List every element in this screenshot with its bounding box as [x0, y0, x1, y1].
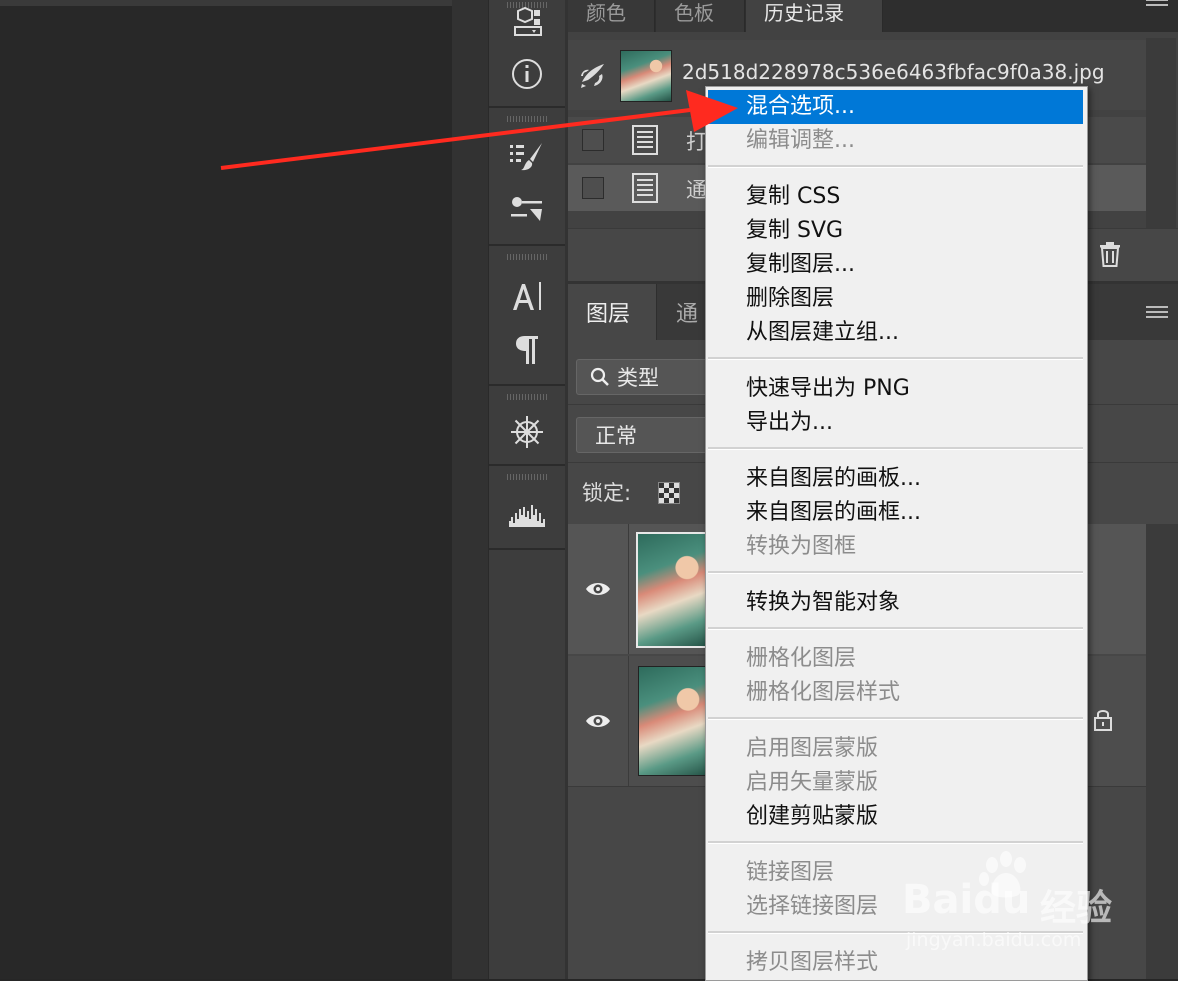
strip-divider [489, 464, 565, 466]
info-icon[interactable] [489, 52, 565, 96]
strip-divider [489, 244, 565, 246]
menu-separator [708, 357, 1083, 360]
menu-item[interactable]: 来自图层的画板... [708, 462, 1083, 496]
menu-separator [708, 627, 1083, 630]
menu-item[interactable]: 创建剪贴蒙版 [708, 800, 1083, 834]
3d-cube-icon[interactable] [489, 0, 565, 44]
watermark-brand: Baidu [902, 877, 1031, 923]
eye-icon[interactable] [568, 524, 629, 654]
menu-item: 栅格化图层样式 [746, 680, 901, 705]
lock-label: 锁定: [582, 481, 632, 505]
strip-grip[interactable] [507, 116, 547, 122]
strip-grip[interactable] [507, 474, 547, 480]
strip-divider [489, 548, 565, 550]
lock-icon [1092, 708, 1114, 736]
menu-item[interactable]: 复制 CSS [708, 180, 1083, 214]
menu-item[interactable]: 复制 SVG [708, 214, 1083, 248]
trash-icon[interactable] [1098, 241, 1122, 271]
menu-item: 栅格化图层 [746, 646, 857, 671]
panel-gutter [452, 0, 488, 979]
document-icon [632, 173, 658, 203]
menu-separator [708, 165, 1083, 168]
history-brush-source-icon[interactable] [578, 60, 608, 94]
layer-thumbnail[interactable] [638, 666, 710, 776]
blend-mode-value: 正常 [595, 424, 637, 448]
eye-icon[interactable] [568, 656, 629, 786]
tab-layers[interactable]: 图层 [568, 284, 657, 340]
adjustments-icon[interactable] [489, 188, 565, 232]
menu-item[interactable]: 导出为... [708, 406, 1083, 440]
layer-filter-select[interactable]: 类型 [576, 359, 708, 395]
layer-filter-label: 类型 [617, 366, 659, 390]
navigator-wheel-icon[interactable] [489, 410, 565, 454]
layers-scrollbar[interactable] [1146, 524, 1178, 979]
menu-item[interactable]: 复制图层... [708, 248, 1083, 282]
history-step-checkbox[interactable] [582, 129, 604, 151]
canvas-top-edge [0, 0, 452, 6]
watermark-url: jingyan.baidu.com [906, 929, 1082, 951]
strip-divider [489, 384, 565, 386]
tab-history[interactable]: 历史记录 [746, 0, 883, 32]
menu-item: 启用矢量蒙版 [746, 770, 879, 795]
menu-separator [708, 841, 1083, 844]
blend-mode-select[interactable]: 正常 [576, 417, 708, 453]
menu-separator [708, 571, 1083, 574]
menu-separator [708, 447, 1083, 450]
menu-item[interactable]: 快速导出为 PNG [708, 372, 1083, 406]
paragraph-icon[interactable] [489, 328, 565, 372]
snapshot-thumbnail [620, 50, 672, 102]
brush-presets-icon[interactable] [489, 134, 565, 178]
search-icon [590, 367, 609, 386]
layer-thumbnail[interactable] [636, 532, 710, 648]
baidu-watermark: Baidu 经验 jingyan.baidu.com [902, 851, 1142, 965]
menu-separator [708, 717, 1083, 720]
tab-color[interactable]: 颜色 [568, 0, 655, 32]
strip-grip[interactable] [507, 254, 547, 260]
snapshot-filename: 2d518d228978c536e6463fbfac9f0a38.jpg [682, 60, 1105, 84]
menu-item: 编辑调整... [746, 128, 855, 153]
layer-context-menu: 混合选项... 编辑调整... 复制 CSS 复制 SVG 复制图层... 删除图层 从图层… [705, 86, 1088, 981]
panel-menu-icon[interactable] [1146, 0, 1168, 8]
history-step-label: 打 [686, 130, 707, 154]
history-step-checkbox[interactable] [582, 177, 604, 199]
tab-swatches[interactable]: 色板 [656, 0, 745, 32]
menu-item: 转换为图框 [746, 534, 857, 559]
lock-transparent-pixels-icon[interactable] [658, 482, 680, 504]
menu-item[interactable]: 混合选项... [708, 90, 1083, 124]
menu-item[interactable]: 来自图层的画框... [708, 496, 1083, 530]
panel-menu-icon[interactable] [1146, 306, 1168, 320]
histogram-icon[interactable] [489, 494, 565, 538]
watermark-product: 经验 [1040, 888, 1113, 929]
strip-divider [489, 106, 565, 108]
strip-grip[interactable] [507, 394, 547, 400]
document-icon [632, 125, 658, 155]
history-scrollbar[interactable] [1146, 38, 1176, 228]
document-canvas[interactable] [0, 0, 452, 979]
menu-item: 启用图层蒙版 [746, 736, 879, 761]
history-step-label: 通 [686, 178, 707, 202]
history-panel-tabs: 颜色 色板 历史记录 [568, 0, 1178, 32]
panel-icon-strip [488, 0, 566, 979]
menu-item[interactable]: 从图层建立组... [708, 316, 1083, 350]
menu-item[interactable]: 删除图层 [708, 282, 1083, 316]
menu-item[interactable]: 转换为智能对象 [708, 586, 1083, 620]
character-icon[interactable] [489, 274, 565, 318]
